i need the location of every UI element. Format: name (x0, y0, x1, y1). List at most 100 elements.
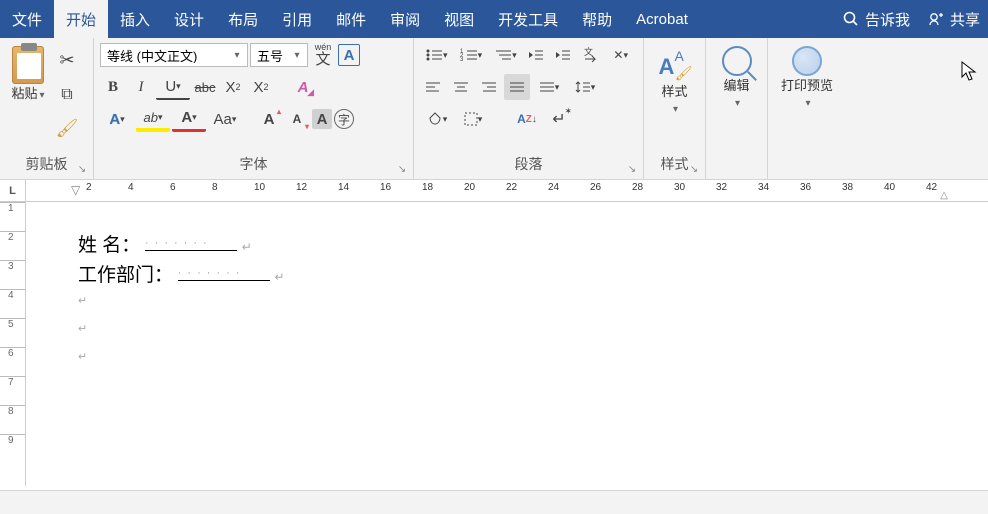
styles-dialog-launcher[interactable] (687, 161, 701, 175)
underline-button[interactable]: U▾ (156, 74, 190, 100)
align-center-button[interactable] (448, 74, 474, 100)
align-left-button[interactable] (420, 74, 446, 100)
paragraph-dialog-launcher[interactable] (625, 161, 639, 175)
tab-home[interactable]: 开始 (54, 0, 108, 38)
tab-references[interactable]: 引用 (270, 0, 324, 38)
font-group-label: 字体 (240, 156, 268, 172)
tab-view[interactable]: 视图 (432, 0, 486, 38)
shading-button[interactable]: ▾ (420, 106, 454, 132)
tab-file[interactable]: 文件 (0, 0, 54, 38)
font-name-combo[interactable]: ▾ (100, 43, 248, 67)
share-button[interactable]: 共享 (920, 0, 988, 38)
align-right-button[interactable] (476, 74, 502, 100)
align-justify-button[interactable] (504, 74, 530, 100)
numbering-button[interactable]: 123▾ (455, 42, 488, 68)
ruler-v-tick: 1 (0, 202, 25, 231)
grow-font-button[interactable]: A▴ (256, 106, 282, 132)
tab-design[interactable]: 设计 (162, 0, 216, 38)
clipboard-icon (12, 46, 44, 84)
sort-button[interactable]: AZ↓ (510, 106, 544, 132)
ruler-h-tick: 28 (632, 182, 643, 193)
paragraph-group-label: 段落 (515, 156, 543, 172)
copy-button[interactable]: ⧉ (54, 82, 80, 108)
ruler-h-tick: 2 (86, 182, 92, 193)
highlight-button[interactable]: ab▾ (136, 106, 170, 132)
phonetic-guide-button[interactable]: wén文 (310, 42, 336, 68)
styles-button[interactable]: AA🖌 样式 (653, 42, 697, 147)
preview-label: 打印预览 (781, 78, 833, 93)
menubar: 文件 开始 插入 设计 布局 引用 邮件 审阅 视图 开发工具 帮助 Acrob… (0, 0, 988, 38)
editing-button[interactable]: 编辑 (715, 42, 759, 151)
group-preview: 打印预览 (768, 38, 846, 179)
field-underline-name[interactable]: ······· (145, 233, 237, 251)
clipboard-dialog-launcher[interactable] (75, 161, 89, 175)
ruler-v-tick: 4 (0, 289, 25, 318)
tab-insert[interactable]: 插入 (108, 0, 162, 38)
ruler-h-tick: 34 (758, 182, 769, 193)
ruler-v-tick: 9 (0, 434, 25, 463)
enclosed-char-button[interactable]: 字 (334, 109, 354, 129)
tab-acrobat[interactable]: Acrobat (624, 0, 700, 38)
text-effects-button[interactable]: A▾ (100, 106, 134, 132)
strikethrough-button[interactable]: abc (192, 74, 218, 100)
increase-indent-button[interactable] (551, 42, 576, 68)
ruler-v-tick: 6 (0, 347, 25, 376)
font-size-dropdown[interactable]: ▾ (289, 50, 305, 61)
tab-mailings[interactable]: 邮件 (324, 0, 378, 38)
tab-review[interactable]: 审阅 (378, 0, 432, 38)
print-preview-button[interactable]: 打印预览 (775, 42, 839, 151)
char-shading-button[interactable]: A (312, 109, 332, 129)
font-dialog-launcher[interactable] (395, 161, 409, 175)
asian-layout-button[interactable]: ✕▾ (604, 42, 637, 68)
format-painter-button[interactable]: 🖌 (54, 115, 80, 141)
tell-me-search[interactable]: 告诉我 (833, 0, 920, 38)
change-case-button[interactable]: Aa▾ (208, 106, 242, 132)
cut-button[interactable]: ✂ (54, 48, 80, 74)
superscript-button[interactable]: X2 (248, 74, 274, 100)
ruler-h-tick: 24 (548, 182, 559, 193)
multilevel-list-button[interactable]: ▾ (489, 42, 522, 68)
doc-line-1: 姓 名： ······· ↵ (78, 230, 252, 257)
share-icon (928, 11, 944, 27)
ruler-vertical[interactable]: 123456789 (0, 202, 26, 486)
font-name-input[interactable] (101, 48, 229, 63)
tab-help[interactable]: 帮助 (570, 0, 624, 38)
text-direction-button[interactable]: 文 (578, 42, 603, 68)
align-distributed-button[interactable]: ▾ (532, 74, 566, 100)
clipboard-group-label: 剪贴板 (26, 156, 68, 172)
tab-developer[interactable]: 开发工具 (486, 0, 570, 38)
font-color-button[interactable]: A▾ (172, 106, 206, 132)
left-indent-marker[interactable] (71, 183, 80, 197)
ruler-h-tick: 6 (170, 182, 176, 193)
paragraph-mark: ↵ (78, 350, 87, 363)
ruler-h-tick: 14 (338, 182, 349, 193)
borders-button[interactable]: ▾ (456, 106, 490, 132)
ruler-corner[interactable]: L (0, 180, 26, 202)
bold-button[interactable]: B (100, 74, 126, 100)
char-border-button[interactable]: A (338, 44, 360, 66)
paragraph-mark: ↵ (78, 322, 87, 335)
subscript-button[interactable]: X2 (220, 74, 246, 100)
font-name-dropdown[interactable]: ▾ (229, 50, 245, 61)
paste-button[interactable]: 粘贴 (6, 42, 50, 147)
bullets-button[interactable]: ▾ (420, 42, 453, 68)
italic-button[interactable]: I (128, 74, 154, 100)
ruler-h-tick: 8 (212, 182, 218, 193)
field-label-name: 姓 名： (78, 235, 140, 256)
ruler-h-tick: 38 (842, 182, 853, 193)
line-spacing-button[interactable]: ▾ (568, 74, 602, 100)
ruler-horizontal[interactable]: 24681012141618202224262830323436384042 (26, 180, 988, 202)
group-paragraph: ▾ 123▾ ▾ 文 ✕▾ ▾ ▾ ▾ ▾ AZ↓ ↵✶ (414, 38, 644, 179)
font-size-combo[interactable]: ▾ (250, 43, 308, 67)
font-size-input[interactable] (251, 48, 289, 63)
shrink-font-button[interactable]: A▾ (284, 106, 310, 132)
clear-format-button[interactable]: A◢ (290, 74, 316, 100)
field-underline-dept[interactable]: ······· (178, 263, 270, 281)
right-indent-marker[interactable] (940, 190, 948, 201)
tab-layout[interactable]: 布局 (216, 0, 270, 38)
group-clipboard: 粘贴 ✂ ⧉ 🖌 剪贴板 (0, 38, 94, 179)
document-page[interactable]: 姓 名： ······· ↵ 工作部门： ······· ↵ ↵ ↵ ↵ (26, 202, 988, 486)
ruler-h-tick: 22 (506, 182, 517, 193)
decrease-indent-button[interactable] (524, 42, 549, 68)
show-marks-button[interactable]: ↵✶ (546, 106, 572, 132)
